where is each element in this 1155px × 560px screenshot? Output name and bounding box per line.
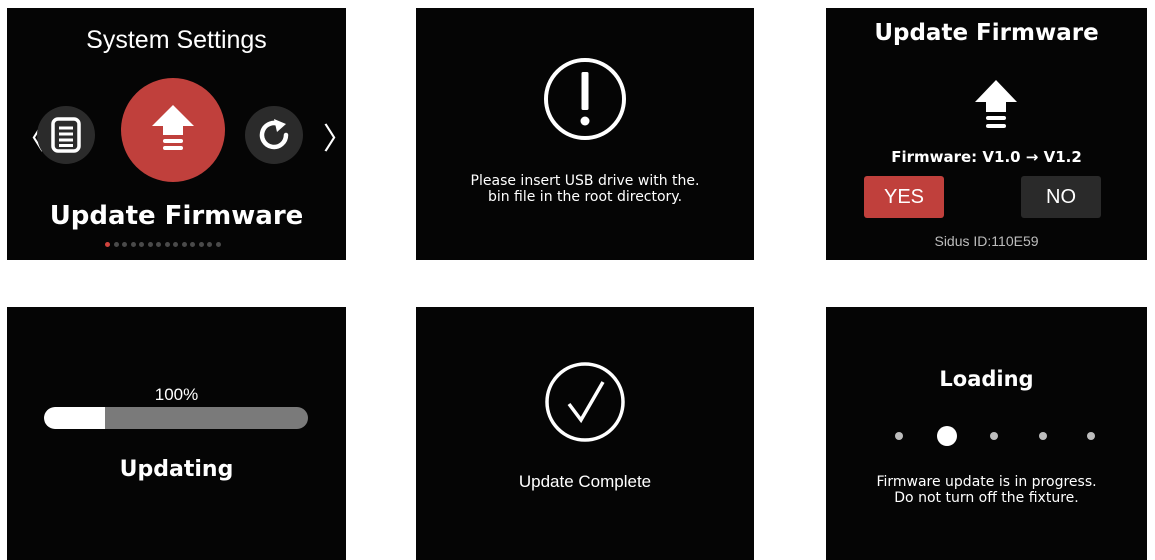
progress-fill bbox=[44, 407, 105, 429]
next-arrow-icon[interactable]: 〉 bbox=[323, 114, 346, 158]
page-dot bbox=[130, 242, 136, 247]
page-dot bbox=[207, 242, 212, 247]
upload-arrow-icon bbox=[975, 80, 1017, 128]
page-dot bbox=[215, 242, 221, 247]
loading-dot bbox=[1039, 432, 1047, 440]
reset-button[interactable] bbox=[245, 106, 303, 164]
loading-dot bbox=[895, 432, 903, 440]
page-dot bbox=[164, 242, 170, 247]
upload-arrow-icon bbox=[152, 105, 194, 150]
updating-screen: 100% Updating bbox=[7, 307, 346, 560]
loading-screen: Loading Firmware update is in progress. … bbox=[826, 307, 1147, 560]
screen-title: Update Firmware bbox=[874, 20, 1099, 46]
update-confirm-screen: Update Firmware Firmware: V1.0 → V1.2 YE… bbox=[826, 8, 1147, 260]
insert-usb-screen: Please insert USB drive with the. bin fi… bbox=[416, 8, 754, 260]
page-dot bbox=[156, 242, 161, 247]
message-line: Do not turn off the fixture. bbox=[894, 490, 1079, 506]
page-dot bbox=[190, 242, 195, 247]
progress-bar bbox=[44, 407, 308, 429]
document-icon bbox=[51, 117, 81, 153]
refresh-icon bbox=[259, 119, 289, 150]
page-dot bbox=[198, 242, 204, 247]
page-dot bbox=[105, 242, 110, 247]
firmware-version-text: Firmware: V1.0 → V1.2 bbox=[891, 148, 1082, 166]
loading-dot bbox=[1087, 432, 1095, 440]
document-settings-button[interactable] bbox=[37, 106, 95, 164]
no-button[interactable]: NO bbox=[1021, 176, 1101, 218]
screen-title: System Settings bbox=[86, 26, 267, 54]
page-dot bbox=[173, 242, 178, 247]
loading-dot-active bbox=[937, 426, 957, 446]
checkmark-circle-icon bbox=[545, 362, 625, 442]
update-firmware-button[interactable] bbox=[121, 78, 225, 182]
page-indicator bbox=[105, 242, 221, 247]
yes-button[interactable]: YES bbox=[864, 176, 944, 218]
update-complete-screen: Update Complete bbox=[416, 307, 754, 560]
sidus-id-text: Sidus ID:110E59 bbox=[934, 233, 1039, 249]
page-dot bbox=[181, 242, 187, 247]
message-line: Please insert USB drive with the. bbox=[470, 173, 700, 189]
loading-indicator bbox=[826, 425, 1147, 447]
exclamation-circle-icon bbox=[544, 58, 626, 140]
loading-dot bbox=[990, 432, 998, 440]
system-settings-screen: System Settings 〈 〉 Update Firmware bbox=[7, 8, 346, 260]
page-dot bbox=[113, 242, 119, 247]
status-text: Updating bbox=[119, 457, 234, 482]
progress-percent: 100% bbox=[154, 385, 199, 404]
message-line: Firmware update is in progress. bbox=[876, 474, 1097, 490]
screen-title: Loading bbox=[939, 367, 1034, 391]
progress-warning-text: Firmware update is in progress. Do not t… bbox=[826, 474, 1147, 506]
page-dot bbox=[122, 242, 127, 247]
selected-item-label: Update Firmware bbox=[49, 201, 304, 231]
page-dot bbox=[147, 242, 153, 247]
page-dot bbox=[139, 242, 144, 247]
complete-message: Update Complete bbox=[518, 472, 652, 491]
message-line: bin file in the root directory. bbox=[487, 189, 683, 205]
usb-instruction-text: Please insert USB drive with the. bin fi… bbox=[416, 173, 754, 205]
